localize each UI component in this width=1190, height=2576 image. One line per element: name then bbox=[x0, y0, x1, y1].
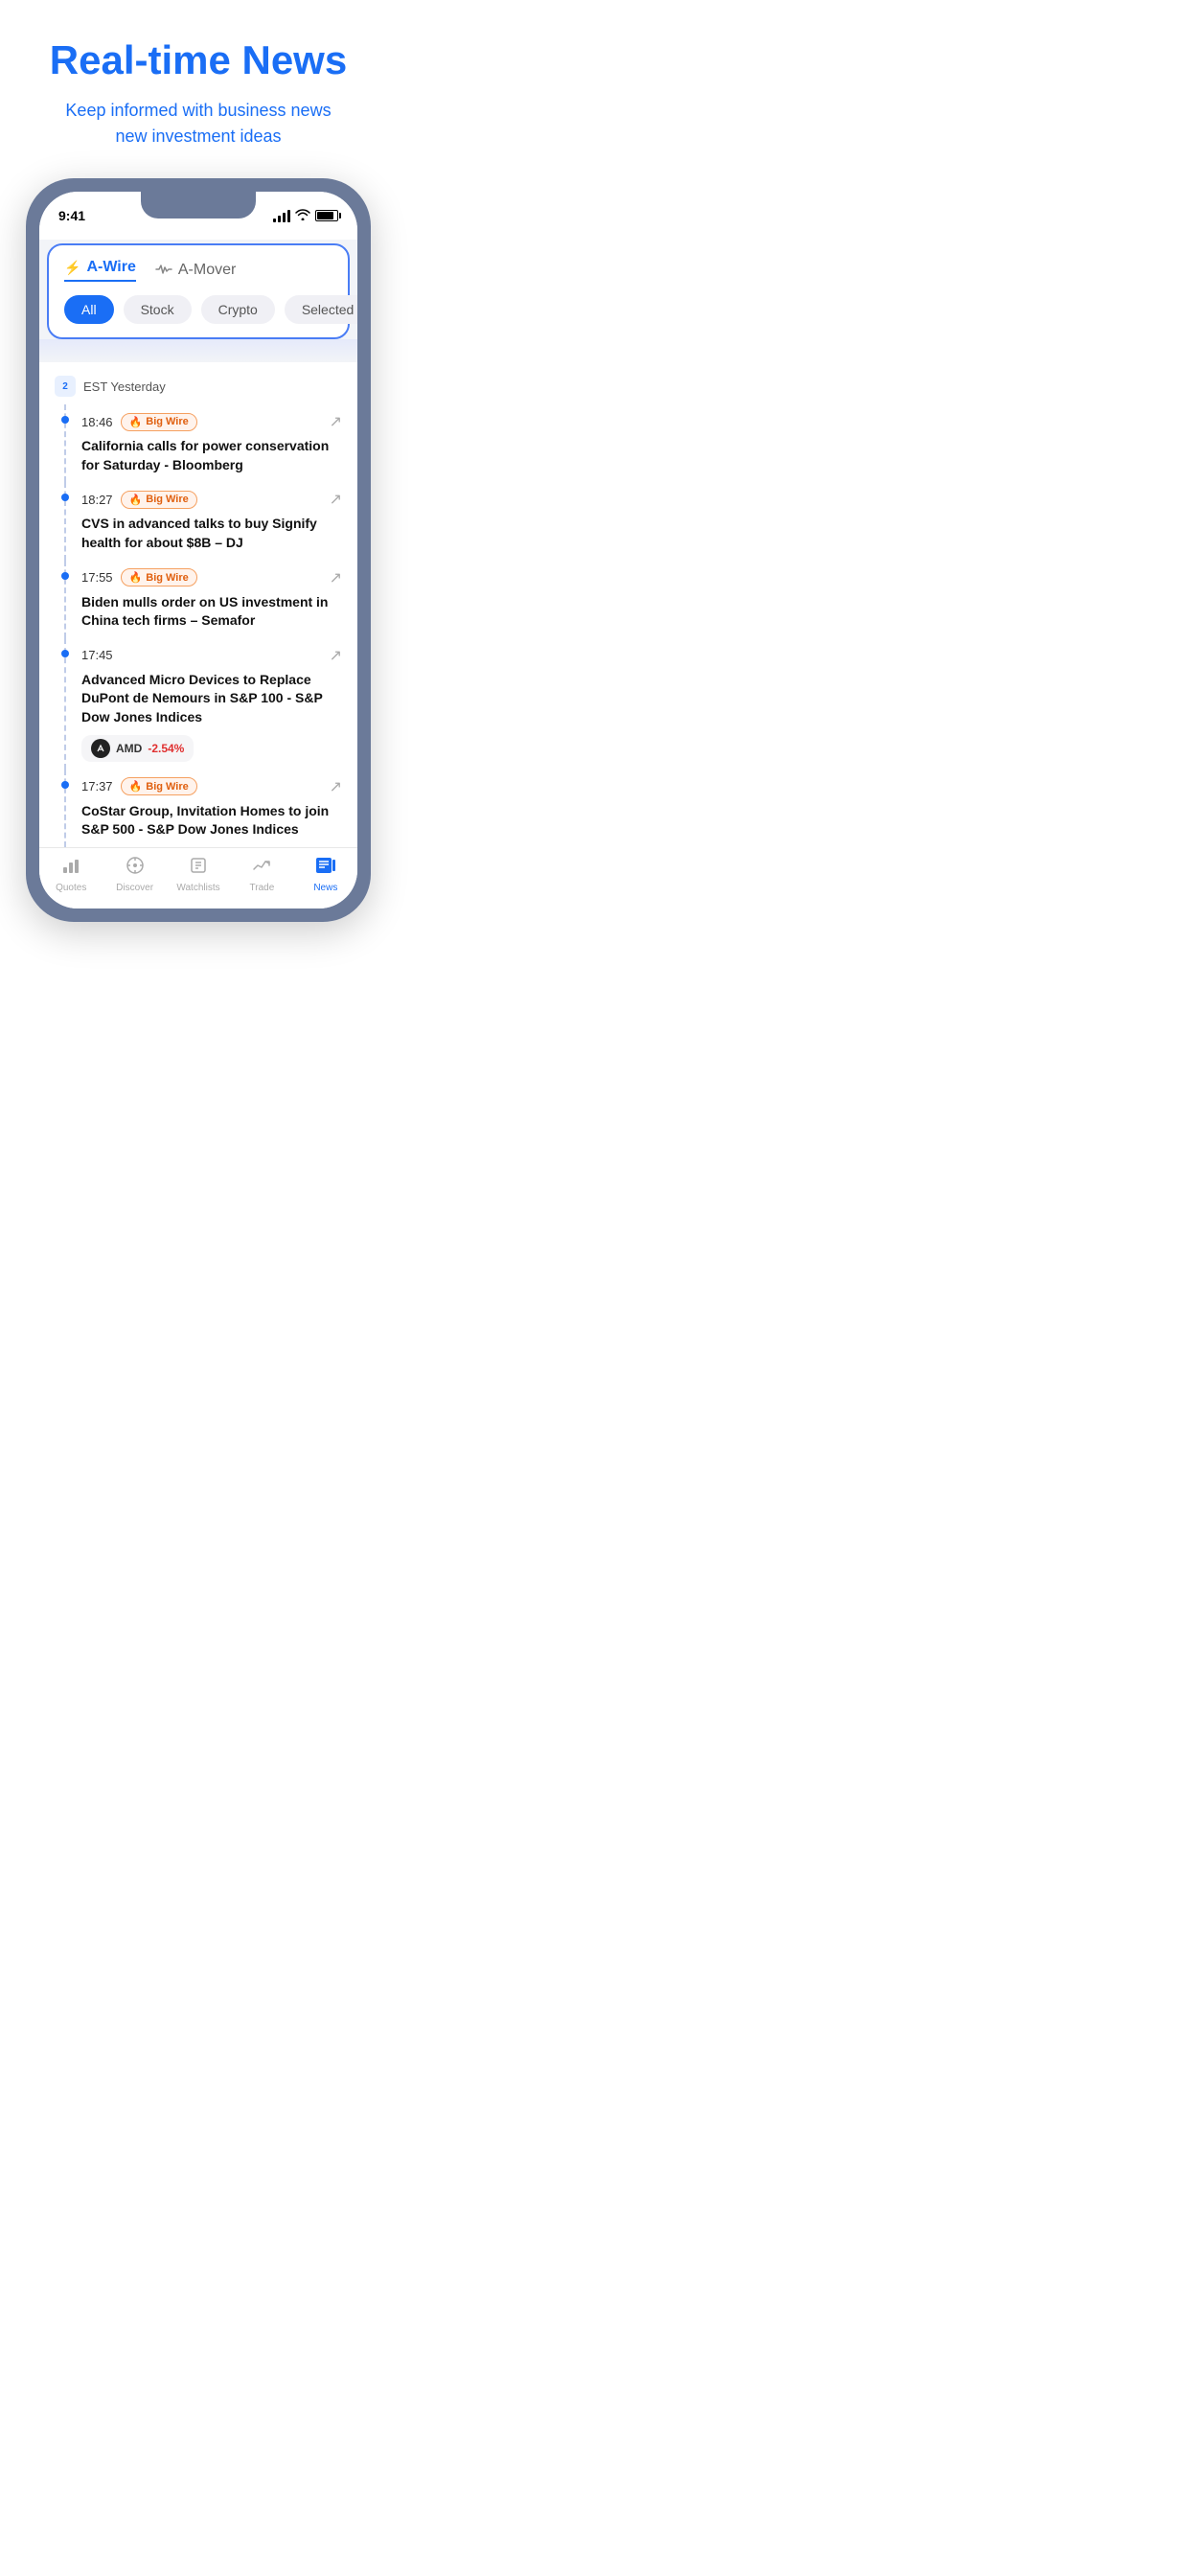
share-icon[interactable]: ↗ bbox=[330, 490, 342, 509]
filter-crypto[interactable]: Crypto bbox=[201, 295, 275, 324]
wifi-icon bbox=[295, 209, 310, 223]
chart-icon bbox=[61, 856, 80, 880]
main-tabs: ⚡ A-Wire A-Mover bbox=[64, 259, 332, 282]
news-headline: CVS in advanced talks to buy Signify hea… bbox=[81, 515, 342, 552]
pulse-icon bbox=[155, 263, 172, 279]
tab-highlight-section: ⚡ A-Wire A-Mover All Stock bbox=[47, 243, 350, 339]
news-headline: California calls for power conservation … bbox=[81, 437, 342, 474]
nav-item-watchlists[interactable]: Watchlists bbox=[167, 856, 230, 893]
nav-label-news: News bbox=[313, 883, 337, 893]
stock-tag[interactable]: AMD -2.54% bbox=[81, 735, 194, 762]
filter-selected[interactable]: Selected bbox=[285, 295, 357, 324]
trade-icon bbox=[252, 856, 271, 880]
signal-bars-icon bbox=[273, 209, 290, 222]
amd-logo bbox=[91, 739, 110, 758]
share-icon[interactable]: ↗ bbox=[330, 646, 342, 665]
calendar-icon: 2 bbox=[55, 376, 76, 397]
phone-screen: 9:41 bbox=[39, 192, 357, 908]
news-headline: Biden mulls order on US investment in Ch… bbox=[81, 593, 342, 631]
nav-item-news[interactable]: News bbox=[294, 856, 357, 893]
hero-subtitle: Keep informed with business news new inv… bbox=[29, 98, 368, 150]
phone-frame: 9:41 bbox=[26, 178, 371, 922]
news-item[interactable]: 18:27 🔥 Big Wire ↗ CVS in advanced talks… bbox=[64, 482, 342, 560]
big-wire-badge: 🔥 Big Wire bbox=[121, 491, 197, 509]
filter-all[interactable]: All bbox=[64, 295, 114, 324]
news-item[interactable]: 18:46 🔥 Big Wire ↗ California calls for … bbox=[64, 404, 342, 482]
news-item[interactable]: 17:37 🔥 Big Wire ↗ CoStar Group, Invitat… bbox=[64, 770, 342, 847]
news-headline: CoStar Group, Invitation Homes to join S… bbox=[81, 802, 342, 840]
news-item[interactable]: 17:55 🔥 Big Wire ↗ Biden mulls order on … bbox=[64, 561, 342, 638]
scroll-fade-top bbox=[39, 339, 357, 362]
big-wire-badge: 🔥 Big Wire bbox=[121, 777, 197, 795]
news-meta: 18:46 🔥 Big Wire ↗ bbox=[81, 412, 342, 431]
stock-change: -2.54% bbox=[148, 742, 184, 755]
share-icon[interactable]: ↗ bbox=[330, 568, 342, 587]
nav-label-quotes: Quotes bbox=[56, 883, 86, 893]
news-icon bbox=[315, 856, 336, 880]
lightning-icon: ⚡ bbox=[64, 260, 80, 276]
status-time: 9:41 bbox=[58, 208, 85, 223]
share-icon[interactable]: ↗ bbox=[330, 412, 342, 431]
news-meta: 18:27 🔥 Big Wire ↗ bbox=[81, 490, 342, 509]
tab-awire[interactable]: ⚡ A-Wire bbox=[64, 259, 136, 282]
news-meta: 17:45 ↗ bbox=[81, 646, 342, 665]
filter-stock[interactable]: Stock bbox=[124, 295, 192, 324]
news-item[interactable]: 17:45 ↗ Advanced Micro Devices to Replac… bbox=[64, 638, 342, 770]
nav-label-trade: Trade bbox=[250, 883, 275, 893]
hero-title: Real-time News bbox=[29, 38, 368, 82]
date-header: 2 EST Yesterday bbox=[55, 362, 342, 404]
news-feed: 2 EST Yesterday 18:46 🔥 Big Wire ↗ bbox=[39, 362, 357, 847]
bottom-nav: Quotes Discover bbox=[39, 847, 357, 908]
news-meta: 17:37 🔥 Big Wire ↗ bbox=[81, 777, 342, 796]
battery-icon bbox=[315, 210, 338, 221]
filter-pills: All Stock Crypto Selected bbox=[64, 295, 332, 324]
nav-label-discover: Discover bbox=[116, 883, 153, 893]
big-wire-badge: 🔥 Big Wire bbox=[121, 413, 197, 431]
discover-icon bbox=[126, 856, 145, 880]
nav-item-discover[interactable]: Discover bbox=[103, 856, 166, 893]
share-icon[interactable]: ↗ bbox=[330, 777, 342, 796]
watchlist-icon bbox=[189, 856, 208, 880]
phone-notch bbox=[141, 192, 256, 218]
nav-item-trade[interactable]: Trade bbox=[230, 856, 293, 893]
nav-label-watchlists: Watchlists bbox=[176, 883, 219, 893]
stock-ticker: AMD bbox=[116, 742, 142, 755]
big-wire-badge: 🔥 Big Wire bbox=[121, 568, 197, 586]
nav-item-quotes[interactable]: Quotes bbox=[39, 856, 103, 893]
hero-section: Real-time News Keep informed with busine… bbox=[0, 0, 397, 169]
news-meta: 17:55 🔥 Big Wire ↗ bbox=[81, 568, 342, 587]
status-icons bbox=[273, 209, 338, 223]
status-bar: 9:41 bbox=[39, 192, 357, 240]
phone-mockup: 9:41 bbox=[0, 169, 397, 922]
tab-amover[interactable]: A-Mover bbox=[155, 262, 236, 279]
news-headline: Advanced Micro Devices to Replace DuPont… bbox=[81, 671, 342, 727]
